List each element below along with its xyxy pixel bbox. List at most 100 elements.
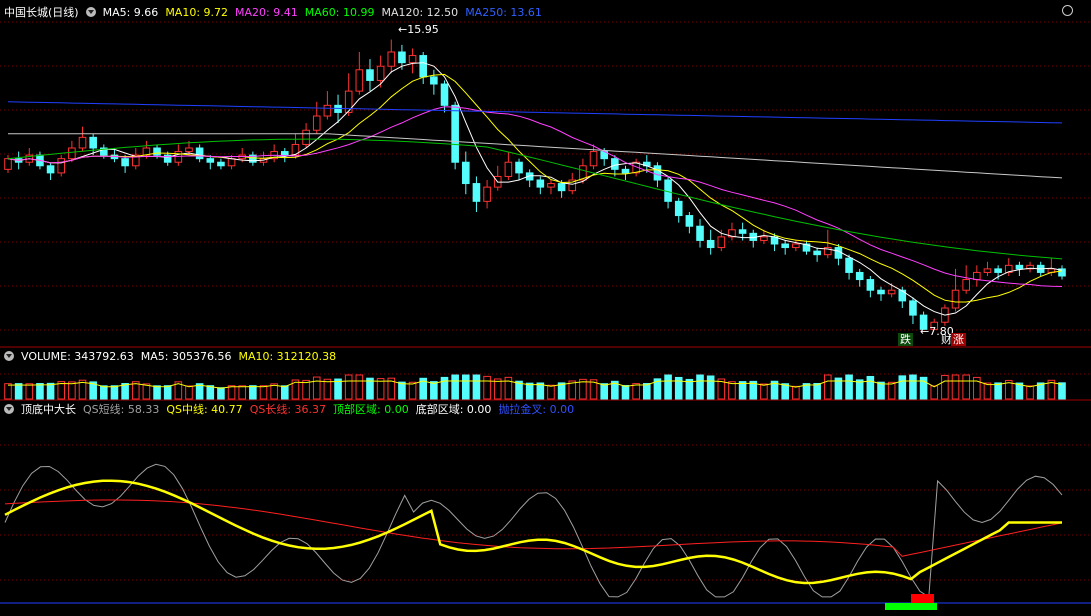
qs-long-line <box>4 499 1063 557</box>
candle-body <box>57 158 66 174</box>
candle-body <box>994 268 1002 273</box>
volume-bar <box>877 381 885 400</box>
volume-bar <box>323 378 332 400</box>
candle-body <box>898 289 907 302</box>
candle-body <box>387 51 396 67</box>
indicator-name[interactable]: 顶底中大长 <box>21 401 76 417</box>
moving-average-lines <box>7 62 1063 316</box>
stock-title[interactable]: 中国长城(日线) <box>4 4 79 20</box>
candle-body <box>4 158 12 170</box>
volume-bar <box>270 383 278 400</box>
candle-body <box>653 165 662 181</box>
candle-body <box>281 151 289 156</box>
dropdown-circle-icon[interactable] <box>85 7 96 17</box>
volume-bar <box>206 385 215 400</box>
volume-bar <box>36 383 44 400</box>
volume-bar <box>46 382 55 400</box>
candle-body <box>461 161 470 185</box>
volume-bar <box>813 382 821 400</box>
high-arrow-icon: ← <box>398 23 408 36</box>
volume-bar <box>525 382 534 400</box>
candle-body <box>206 158 215 163</box>
volume-bar <box>621 384 630 400</box>
volume-ma10-label: MA10: 312120.38 <box>238 349 337 363</box>
ma250-line <box>7 101 1063 124</box>
volume-bar <box>760 383 768 400</box>
ma60-label: MA60: 10.99 <box>304 5 375 19</box>
volume-bar <box>887 381 896 400</box>
volume-bar <box>461 374 470 400</box>
candle-body <box>46 165 55 174</box>
chart-canvas[interactable] <box>0 0 1091 616</box>
volume-bar <box>355 374 364 400</box>
volume-bar <box>930 385 939 400</box>
ma10-label: MA10: 9.72 <box>165 5 229 19</box>
candle-body <box>845 257 853 273</box>
volume-bar <box>941 374 949 400</box>
candle-body <box>483 186 491 202</box>
candle-body <box>760 236 768 241</box>
candle-body <box>504 161 513 177</box>
volume-bar <box>398 381 406 400</box>
volume-bar <box>685 378 694 400</box>
maximize-circle-icon[interactable] <box>1062 5 1073 16</box>
candle-body <box>866 279 875 291</box>
volume-bar <box>600 383 609 400</box>
volume-bar <box>25 383 34 400</box>
volume-bar <box>451 374 459 400</box>
high-price-marker: ←15.95 <box>398 23 439 36</box>
volume-bar <box>547 384 555 400</box>
indicator-header: 顶底中大长 QS短线: 58.33 QS中线: 40.77 QS长线: 36.3… <box>0 401 581 417</box>
candle-body <box>813 250 821 256</box>
candle-body <box>738 229 747 234</box>
candle-body <box>962 279 970 291</box>
volume-bar <box>217 387 225 400</box>
qs-long-label: QS长线: 36.37 <box>249 403 327 416</box>
candle-body <box>973 271 981 281</box>
volume-bar <box>100 385 108 400</box>
volume-bar <box>110 385 119 400</box>
volume-bar <box>185 385 193 400</box>
volume-bar <box>983 382 992 400</box>
high-price-value: 15.95 <box>407 23 439 36</box>
candle-body <box>227 158 236 167</box>
volume-bar <box>898 375 907 400</box>
candle-body <box>951 289 960 309</box>
candle-body <box>547 183 555 188</box>
candle-body <box>121 158 129 167</box>
candle-body <box>430 76 438 85</box>
volume-bar <box>472 374 481 400</box>
volume-bar <box>302 379 310 400</box>
candle-body <box>717 236 726 249</box>
volume-bar <box>121 383 129 400</box>
cross-zone-bar <box>911 594 934 603</box>
ma20-label: MA20: 9.41 <box>235 5 298 19</box>
volume-bar <box>14 383 23 400</box>
candle-body <box>78 136 87 149</box>
low-arrow-icon: ← <box>920 325 930 338</box>
candle-body <box>589 151 598 167</box>
ma250-label: MA250: 13.61 <box>465 5 542 19</box>
candle-body <box>398 51 406 64</box>
candle-body <box>89 136 97 149</box>
volume-bar <box>1026 385 1034 400</box>
volume-bar <box>994 382 1002 400</box>
volume-bar <box>238 385 247 400</box>
qs-mid-label: QS中线: 40.77 <box>166 403 243 416</box>
candle-body <box>685 215 694 227</box>
candle-body <box>323 104 332 117</box>
indicator-dropdown-icon[interactable] <box>4 404 14 414</box>
candle-body <box>195 147 204 160</box>
candle-body <box>855 271 864 281</box>
volume-bar <box>344 374 353 400</box>
volume-bar <box>738 381 747 400</box>
candle-body <box>674 200 683 217</box>
volume-bars <box>4 374 1066 400</box>
volume-bar <box>68 381 76 400</box>
candle-body <box>536 179 545 188</box>
volume-bar <box>408 381 417 400</box>
candle-body <box>611 158 619 170</box>
candle-body <box>515 161 523 174</box>
volume-dropdown-icon[interactable] <box>4 351 14 361</box>
candlestick-series <box>4 39 1066 330</box>
